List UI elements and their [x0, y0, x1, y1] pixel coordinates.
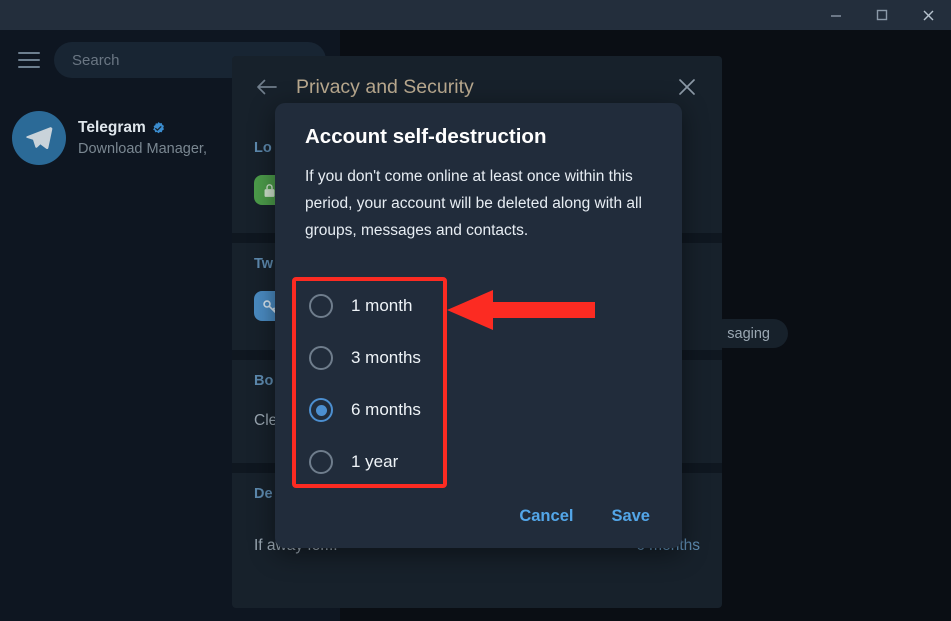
window-close-button[interactable]: [905, 0, 951, 30]
cancel-button[interactable]: Cancel: [505, 499, 587, 534]
radio-option-label: 1 month: [351, 296, 413, 315]
radio-option-label: 6 months: [351, 400, 421, 419]
radio-option-1-year[interactable]: 1 year: [297, 436, 659, 488]
modal-description: If you don't come online at least once w…: [305, 168, 642, 239]
radio-option-6-months[interactable]: 6 months: [297, 384, 659, 436]
telegram-app-window: Search Telegram Download Manager, saging…: [0, 0, 951, 621]
close-icon[interactable]: [670, 70, 704, 104]
title-bar: [0, 0, 951, 30]
modal-title: Account self-destruction: [305, 125, 547, 148]
settings-row-label: Cle: [254, 412, 278, 429]
radio-circle-selected-icon: [309, 398, 333, 422]
account-self-destruction-modal: Account self-destruction If you don't co…: [275, 103, 682, 548]
window-minimize-button[interactable]: [813, 0, 859, 30]
modal-action-bar: Cancel Save: [505, 499, 664, 534]
save-button[interactable]: Save: [597, 499, 664, 534]
radio-option-label: 1 year: [351, 452, 399, 471]
list-item-title: Telegram: [78, 119, 146, 136]
radio-option-3-months[interactable]: 3 months: [297, 332, 659, 384]
page-title: Privacy and Security: [296, 75, 474, 98]
avatar: [12, 111, 66, 165]
radio-circle-icon: [309, 450, 333, 474]
hamburger-menu-icon[interactable]: [14, 46, 44, 74]
back-arrow-icon[interactable]: [250, 70, 284, 104]
search-placeholder: Search: [72, 51, 120, 69]
radio-option-1-month[interactable]: 1 month: [297, 280, 659, 332]
radio-group: 1 month 3 months 6 months 1 year: [297, 280, 659, 488]
verified-badge-icon: [151, 121, 166, 136]
radio-circle-icon: [309, 346, 333, 370]
window-maximize-button[interactable]: [859, 0, 905, 30]
radio-circle-icon: [309, 294, 333, 318]
radio-option-label: 3 months: [351, 348, 421, 367]
